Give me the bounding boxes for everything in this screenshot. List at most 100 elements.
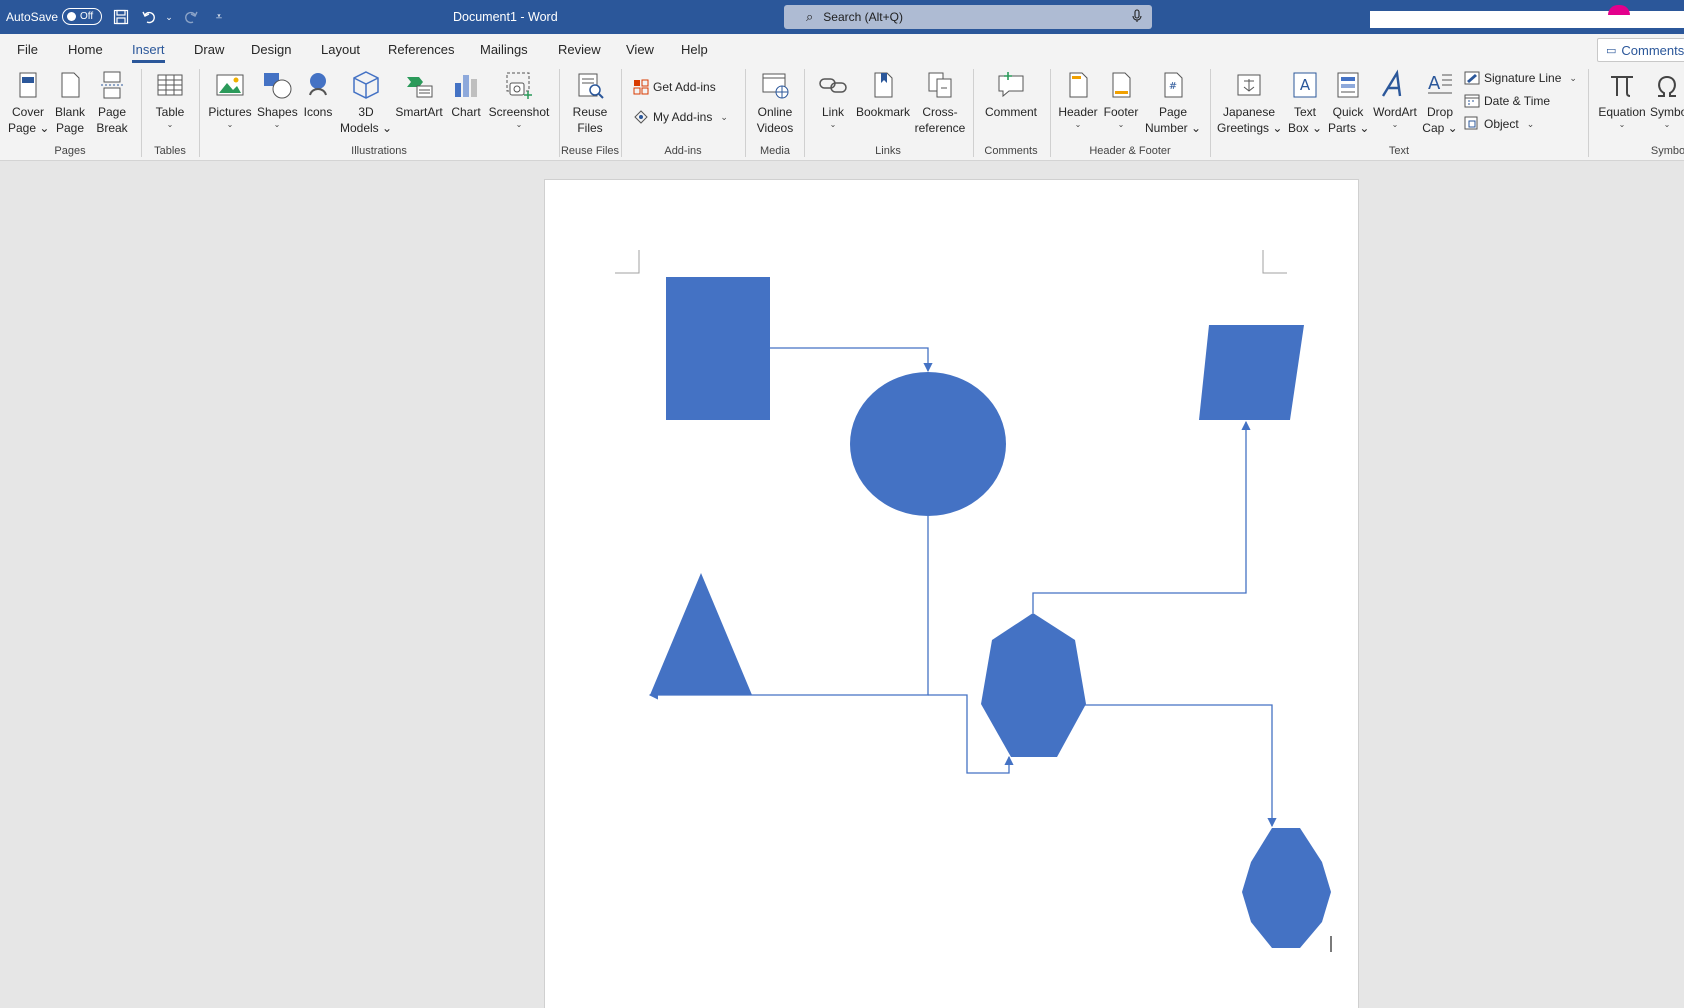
chevron-down-icon: ⌄ xyxy=(1618,120,1626,129)
ellipse-shape[interactable] xyxy=(850,372,1006,516)
avatar[interactable] xyxy=(1608,5,1630,15)
microphone-icon[interactable] xyxy=(1132,8,1142,26)
wordart-icon xyxy=(1381,69,1402,97)
group-label-header-footer: Header & Footer xyxy=(1089,145,1171,157)
group-separator xyxy=(804,69,805,157)
autosave-toggle[interactable]: Off xyxy=(62,8,102,25)
group-separator xyxy=(559,69,560,157)
parallelogram-shape[interactable] xyxy=(1199,325,1304,420)
smartart-button[interactable]: SmartArt xyxy=(395,69,443,120)
tab-layout[interactable]: Layout xyxy=(321,42,360,57)
wordart-button[interactable]: WordArt ⌄ xyxy=(1371,69,1419,130)
quick-parts-button[interactable]: Quick Parts ⌄ xyxy=(1328,69,1369,136)
text-box-button[interactable]: A Text Box ⌄ xyxy=(1285,69,1325,136)
tab-file[interactable]: File xyxy=(17,42,38,57)
screenshot-button[interactable]: Screenshot ⌄ xyxy=(488,69,550,130)
equation-button[interactable]: Equation ⌄ xyxy=(1596,69,1648,130)
group-separator xyxy=(973,69,974,157)
link-button[interactable]: Link ⌄ xyxy=(815,69,851,130)
pi-icon xyxy=(1611,76,1633,97)
shapes-button[interactable]: Shapes ⌄ xyxy=(257,69,298,130)
undo-icon[interactable] xyxy=(141,8,159,26)
tab-draw[interactable]: Draw xyxy=(194,42,224,57)
group-label-symbols: Symbo xyxy=(1650,145,1684,157)
rectangle-shape[interactable] xyxy=(666,277,770,420)
chevron-down-icon: ⌄ xyxy=(1526,118,1535,129)
group-separator xyxy=(141,69,142,157)
icons-button[interactable]: Icons xyxy=(302,69,334,120)
group-label-reuse-files: Reuse Files xyxy=(560,145,620,157)
my-addins-button[interactable]: My Add-ins ⌄ xyxy=(633,109,728,125)
quick-parts-icon xyxy=(1337,72,1359,98)
symbol-button[interactable]: Symbo ⌄ xyxy=(1650,69,1684,130)
online-videos-button[interactable]: Online Videos xyxy=(754,69,796,136)
ribbon: Cover Page ⌄ Blank Page Page Break Pages… xyxy=(0,65,1684,161)
group-label-pages: Pages xyxy=(54,145,86,157)
document-title: Document1 - Word xyxy=(453,10,558,24)
comment-icon xyxy=(998,72,1024,98)
undo-dropdown-icon[interactable]: ⌄ xyxy=(160,8,178,26)
group-separator xyxy=(199,69,200,157)
chevron-down-icon: ⌄ xyxy=(273,120,281,129)
autosave-label: AutoSave xyxy=(6,10,59,24)
reuse-files-button[interactable]: Reuse Files xyxy=(570,69,610,136)
calendar-icon xyxy=(1464,94,1480,108)
redo-icon[interactable] xyxy=(181,8,199,26)
object-button[interactable]: Object ⌄ xyxy=(1464,116,1534,132)
search-box[interactable]: ⌕ Search (Alt+Q) xyxy=(784,5,1152,29)
get-addins-button[interactable]: Get Add-ins xyxy=(633,79,716,95)
tab-review[interactable]: Review xyxy=(558,42,601,57)
tab-home[interactable]: Home xyxy=(68,42,103,57)
blank-page-button[interactable]: Blank Page xyxy=(52,69,88,136)
cross-reference-button[interactable]: Cross- reference xyxy=(913,69,967,136)
tab-help[interactable]: Help xyxy=(681,42,708,57)
signature-icon xyxy=(1464,71,1480,85)
customize-toolbar-icon[interactable]: ⩡ xyxy=(210,8,228,26)
drop-cap-button[interactable]: A Drop Cap ⌄ xyxy=(1422,69,1458,136)
chevron-down-icon: ⌄ xyxy=(515,120,523,129)
cube-icon xyxy=(353,71,379,99)
bookmark-button[interactable]: Bookmark xyxy=(855,69,911,120)
omega-icon xyxy=(1658,75,1676,97)
comments-button[interactable]: ▭ Comments xyxy=(1597,38,1684,62)
date-time-button[interactable]: Date & Time xyxy=(1464,93,1550,109)
header-button[interactable]: Header ⌄ xyxy=(1058,69,1098,130)
pictures-button[interactable]: Pictures ⌄ xyxy=(208,69,252,130)
3d-models-button[interactable]: 3D Models ⌄ xyxy=(340,69,392,136)
tab-design[interactable]: Design xyxy=(251,42,291,57)
japanese-greetings-icon xyxy=(1237,74,1261,96)
group-label-addins: Add-ins xyxy=(664,145,702,157)
tab-mailings[interactable]: Mailings xyxy=(480,42,528,57)
tab-view[interactable]: View xyxy=(626,42,654,57)
screenshot-icon xyxy=(506,72,532,99)
page-break-button[interactable]: Page Break xyxy=(94,69,130,136)
account-area xyxy=(1370,11,1684,28)
japanese-greetings-button[interactable]: Japanese Greetings ⌄ xyxy=(1217,69,1282,136)
group-label-text: Text xyxy=(1388,145,1410,157)
group-label-illustrations: Illustrations xyxy=(351,145,407,157)
toggle-knob xyxy=(67,12,76,21)
tab-insert[interactable]: Insert xyxy=(132,42,165,63)
footer-button[interactable]: Footer ⌄ xyxy=(1101,69,1141,130)
bookmark-icon xyxy=(874,72,893,98)
drop-cap-icon: A xyxy=(1428,73,1452,94)
page-number-button[interactable]: # Page Number ⌄ xyxy=(1144,69,1202,136)
comment-bubble-icon: ▭ xyxy=(1606,44,1617,57)
search-placeholder: Search (Alt+Q) xyxy=(823,10,903,24)
ribbon-tabs: File Home Insert Draw Design Layout Refe… xyxy=(0,34,1684,65)
text-box-icon: A xyxy=(1293,72,1317,98)
chart-button[interactable]: Chart xyxy=(449,69,483,120)
signature-line-button[interactable]: Signature Line ⌄ xyxy=(1464,70,1577,86)
search-icon: ⌕ xyxy=(806,9,814,24)
table-button[interactable]: Table ⌄ xyxy=(152,69,188,130)
title-bar: AutoSave Off ⌄ ⩡ Document1 - Word ⌕ Sear… xyxy=(0,0,1684,34)
group-label-tables: Tables xyxy=(154,145,186,157)
page-break-icon xyxy=(101,71,123,99)
footer-icon xyxy=(1112,72,1131,98)
tab-references[interactable]: References xyxy=(388,42,454,57)
reuse-files-icon xyxy=(578,73,604,99)
cover-page-button[interactable]: Cover Page ⌄ xyxy=(8,69,49,136)
save-icon[interactable] xyxy=(112,8,130,26)
new-comment-button[interactable]: Comment xyxy=(982,69,1040,120)
online-video-icon xyxy=(762,73,789,99)
